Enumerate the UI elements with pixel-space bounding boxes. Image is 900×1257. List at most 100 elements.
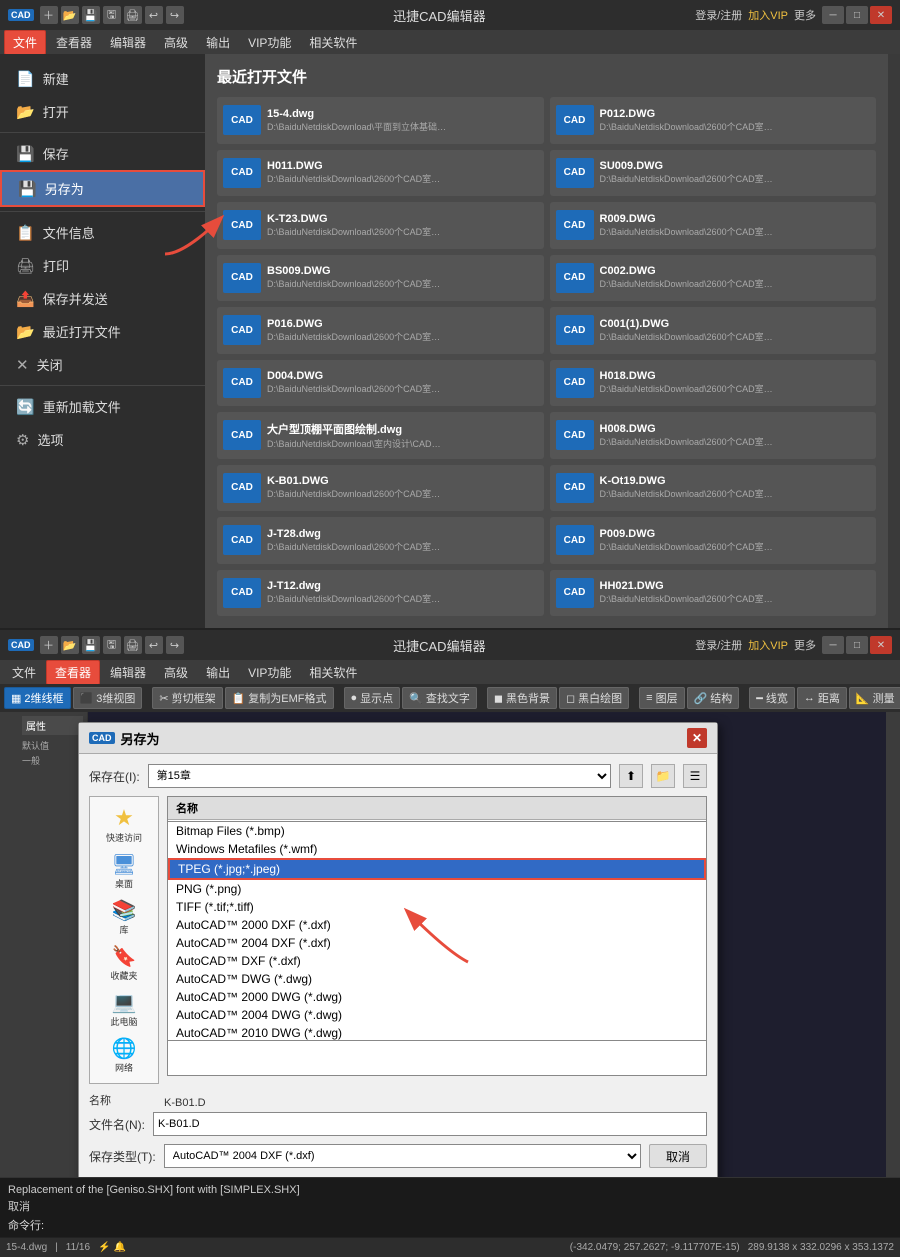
file-item[interactable]: CAD D004.DWG D:\BaiduNetdiskDownload\260… bbox=[217, 360, 544, 407]
sidebar-item-save[interactable]: 💾 保存 bbox=[0, 137, 205, 170]
file-item[interactable]: CAD 15-4.dwg D:\BaiduNetdiskDownload\平面到… bbox=[217, 97, 544, 144]
btn-distance[interactable]: ↔ 距离 bbox=[797, 687, 847, 709]
menu-related[interactable]: 相关软件 bbox=[301, 31, 365, 54]
sidebar-item-close[interactable]: ✕ 关闭 bbox=[0, 348, 205, 381]
file-item[interactable]: CAD P009.DWG D:\BaiduNetdiskDownload\260… bbox=[550, 517, 877, 564]
filetype-item[interactable]: Bitmap Files (*.bmp) bbox=[168, 822, 706, 840]
file-item[interactable]: CAD H008.DWG D:\BaiduNetdiskDownload\260… bbox=[550, 412, 877, 459]
file-item[interactable]: CAD J-T12.dwg D:\BaiduNetdiskDownload\26… bbox=[217, 570, 544, 617]
filetype-item[interactable]: Windows Metafiles (*.wmf) bbox=[168, 840, 706, 858]
filetype-item[interactable]: AutoCAD™ 2004 DXF (*.dxf) bbox=[168, 934, 706, 952]
b-close-btn[interactable]: ✕ bbox=[870, 636, 892, 654]
quick-access-network[interactable]: 🌐 网络 bbox=[112, 1036, 137, 1074]
recent-scrollbar[interactable] bbox=[888, 54, 900, 628]
sidebar-item-reload[interactable]: 🔄 重新加载文件 bbox=[0, 390, 205, 423]
file-item[interactable]: CAD SU009.DWG D:\BaiduNetdiskDownload\26… bbox=[550, 150, 877, 197]
filetype-item[interactable]: AutoCAD™ 2000 DXF (*.dxf) bbox=[168, 916, 706, 934]
quick-access-library[interactable]: 📚 库 bbox=[112, 898, 137, 936]
b-menu-file[interactable]: 文件 bbox=[4, 661, 44, 684]
b-saveas-icon[interactable]: 🖫 bbox=[103, 636, 121, 654]
top-more-btn[interactable]: 更多 bbox=[794, 7, 816, 23]
new-file-icon[interactable]: ＋ bbox=[40, 6, 58, 24]
filetype-item[interactable]: AutoCAD™ 2000 DWG (*.dwg) bbox=[168, 988, 706, 1006]
b-menu-advanced[interactable]: 高级 bbox=[156, 661, 196, 684]
file-item[interactable]: CAD H011.DWG D:\BaiduNetdiskDownload\260… bbox=[217, 150, 544, 197]
menu-vip[interactable]: VIP功能 bbox=[240, 31, 299, 54]
sidebar-item-print[interactable]: 🖨 打印 bbox=[0, 249, 205, 282]
b-menu-output[interactable]: 输出 bbox=[198, 661, 238, 684]
btn-linewidth[interactable]: ━ 线宽 bbox=[749, 687, 795, 709]
top-login-btn[interactable]: 登录/注册 bbox=[695, 7, 742, 23]
filetype-item[interactable]: PNG (*.png) bbox=[168, 880, 706, 898]
filetype-item[interactable]: AutoCAD™ DXF (*.dxf) bbox=[168, 952, 706, 970]
undo-icon[interactable]: ↩ bbox=[145, 6, 163, 24]
file-item[interactable]: CAD C002.DWG D:\BaiduNetdiskDownload\260… bbox=[550, 255, 877, 302]
dialog-up-btn[interactable]: ⬆ bbox=[619, 764, 643, 788]
open-icon[interactable]: 📂 bbox=[61, 6, 79, 24]
save-icon[interactable]: 💾 bbox=[82, 6, 100, 24]
b-redo-icon[interactable]: ↪ bbox=[166, 636, 184, 654]
dialog-filetype-select[interactable]: AutoCAD™ 2004 DXF (*.dxf) bbox=[164, 1144, 641, 1168]
menu-file[interactable]: 文件 bbox=[4, 30, 46, 55]
menu-advanced[interactable]: 高级 bbox=[156, 31, 196, 54]
file-item[interactable]: CAD K-Ot19.DWG D:\BaiduNetdiskDownload\2… bbox=[550, 465, 877, 512]
filetype-dropdown[interactable]: Bitmap Files (*.bmp)Windows Metafiles (*… bbox=[167, 821, 707, 1041]
file-item[interactable]: CAD H018.DWG D:\BaiduNetdiskDownload\260… bbox=[550, 360, 877, 407]
btn-emf[interactable]: 📋 复制为EMF格式 bbox=[225, 687, 334, 709]
b-menu-related[interactable]: 相关软件 bbox=[301, 661, 365, 684]
filetype-item[interactable]: TPEG (*.jpg;*.jpeg) bbox=[168, 858, 706, 880]
btn-cutframe[interactable]: ✂ 剪切框架 bbox=[152, 687, 222, 709]
file-item[interactable]: CAD 大户型顶棚平面图绘制.dwg D:\BaiduNetdiskDownlo… bbox=[217, 412, 544, 459]
b-maximize-btn[interactable]: □ bbox=[846, 636, 868, 654]
filetype-item[interactable]: AutoCAD™ 2004 DWG (*.dwg) bbox=[168, 1006, 706, 1024]
btn-layer[interactable]: ≡ 图层 bbox=[639, 687, 684, 709]
file-item[interactable]: CAD J-T28.dwg D:\BaiduNetdiskDownload\26… bbox=[217, 517, 544, 564]
sidebar-item-fileinfo[interactable]: 📋 文件信息 bbox=[0, 216, 205, 249]
b-menu-editor[interactable]: 编辑器 bbox=[102, 661, 154, 684]
file-item[interactable]: CAD P012.DWG D:\BaiduNetdiskDownload\260… bbox=[550, 97, 877, 144]
dialog-new-folder-btn[interactable]: 📁 bbox=[651, 764, 675, 788]
sidebar-item-open[interactable]: 📂 打开 bbox=[0, 95, 205, 128]
b-vip-btn[interactable]: 加入VIP bbox=[748, 637, 788, 653]
btn-findtext[interactable]: 🔍 查找文字 bbox=[402, 687, 477, 709]
dialog-view-btn[interactable]: ☰ bbox=[683, 764, 707, 788]
quick-access-star[interactable]: ★ 快速访问 bbox=[106, 805, 142, 844]
b-login-btn[interactable]: 登录/注册 bbox=[695, 637, 742, 653]
close-btn[interactable]: ✕ bbox=[870, 6, 892, 24]
b-print-icon[interactable]: 🖨 bbox=[124, 636, 142, 654]
sidebar-item-new[interactable]: 📄 新建 bbox=[0, 62, 205, 95]
sidebar-item-options[interactable]: ⚙ 选项 bbox=[0, 423, 205, 456]
btn-measure[interactable]: 📐 测量 bbox=[849, 687, 900, 709]
sidebar-item-recent[interactable]: 📂 最近打开文件 bbox=[0, 315, 205, 348]
b-new-icon[interactable]: ＋ bbox=[40, 636, 58, 654]
menu-viewer[interactable]: 查看器 bbox=[48, 31, 100, 54]
quick-access-desktop[interactable]: 🖥 桌面 bbox=[111, 852, 136, 890]
top-vip-btn[interactable]: 加入VIP bbox=[748, 7, 788, 23]
b-more-btn[interactable]: 更多 bbox=[794, 637, 816, 653]
maximize-btn[interactable]: □ bbox=[846, 6, 868, 24]
filetype-item[interactable]: AutoCAD™ DWG (*.dwg) bbox=[168, 970, 706, 988]
dialog-cancel-btn[interactable]: 取消 bbox=[649, 1144, 707, 1168]
dialog-savein-select[interactable]: 第15章 bbox=[148, 764, 611, 788]
file-item[interactable]: CAD BS009.DWG D:\BaiduNetdiskDownload\26… bbox=[217, 255, 544, 302]
btn-struct[interactable]: 🔗 结构 bbox=[687, 687, 740, 709]
filetype-item[interactable]: TIFF (*.tif;*.tiff) bbox=[168, 898, 706, 916]
sidebar-item-savesend[interactable]: 📤 保存并发送 bbox=[0, 282, 205, 315]
file-item[interactable]: CAD K-T23.DWG D:\BaiduNetdiskDownload\26… bbox=[217, 202, 544, 249]
b-open-icon[interactable]: 📂 bbox=[61, 636, 79, 654]
dialog-close-btn[interactable]: ✕ bbox=[687, 728, 707, 748]
saveas-icon[interactable]: 🖫 bbox=[103, 6, 121, 24]
btn-blackdraw[interactable]: ◻ 黑白绘图 bbox=[559, 687, 629, 709]
btn-showpt[interactable]: ● 显示点 bbox=[344, 687, 401, 709]
print-icon[interactable]: 🖨 bbox=[124, 6, 142, 24]
file-item[interactable]: CAD P016.DWG D:\BaiduNetdiskDownload\260… bbox=[217, 307, 544, 354]
btn-3dview[interactable]: ⬛ 3维视图 bbox=[73, 687, 143, 709]
b-menu-viewer[interactable]: 查看器 bbox=[46, 660, 100, 685]
b-menu-vip[interactable]: VIP功能 bbox=[240, 661, 299, 684]
minimize-btn[interactable]: ─ bbox=[822, 6, 844, 24]
quick-access-bookmarks[interactable]: 🔖 收藏夹 bbox=[110, 944, 137, 982]
b-undo-icon[interactable]: ↩ bbox=[145, 636, 163, 654]
btn-blackbg[interactable]: ◼ 黑色背景 bbox=[487, 687, 557, 709]
filetype-item[interactable]: AutoCAD™ 2010 DWG (*.dwg) bbox=[168, 1024, 706, 1041]
btn-2wire[interactable]: ▦ 2维线框 bbox=[4, 687, 71, 709]
